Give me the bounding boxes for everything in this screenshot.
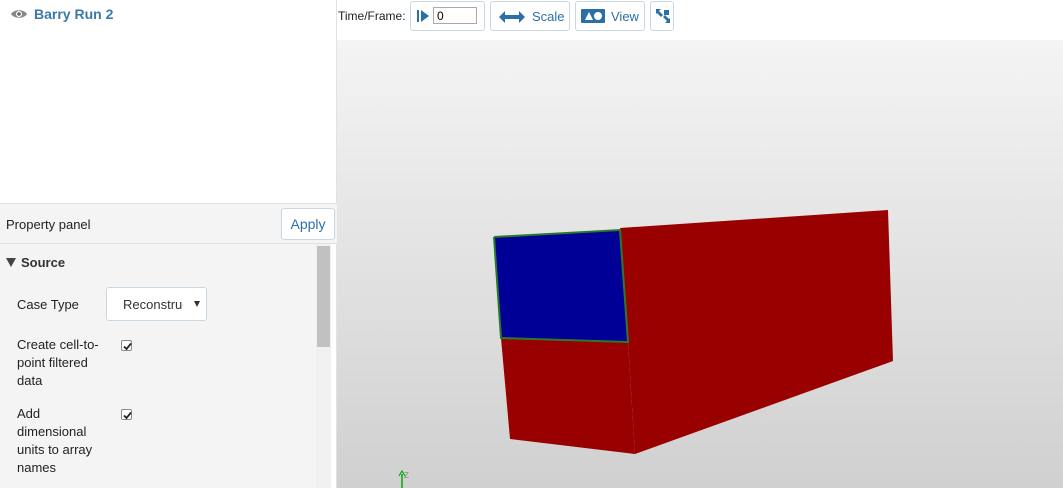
box-front-face: [494, 230, 628, 342]
checkmark-icon: [123, 411, 132, 420]
orientation-axes-icon: Z: [398, 469, 409, 488]
property-panel-body: Source Case Type Reconstructed Create ce…: [0, 244, 316, 488]
scrollbar-thumb[interactable]: [317, 246, 330, 347]
render-viewport[interactable]: Z: [337, 40, 1063, 488]
reset-camera-icon: [655, 8, 671, 27]
section-title: Source: [21, 255, 66, 270]
option-label-cell-to-point: Create cell-to-point filtered data: [17, 337, 99, 388]
case-type-value: Reconstructed: [123, 297, 183, 312]
property-panel-title: Property panel: [6, 217, 91, 232]
box-bottom-face: [501, 338, 635, 454]
reset-camera-button[interactable]: [650, 1, 674, 31]
case-type-label: Case Type: [17, 297, 79, 312]
toolbar: Time/Frame: Scale: [337, 0, 1063, 40]
app-root: Barry Run 2 Property panel Apply Source …: [0, 0, 1063, 488]
property-panel-scrollbar[interactable]: [316, 244, 331, 488]
chevron-down-icon: [194, 301, 200, 307]
scale-button[interactable]: Scale: [490, 1, 570, 31]
left-panel: Barry Run 2 Property panel Apply Source …: [0, 0, 337, 488]
eye-icon[interactable]: [10, 8, 28, 20]
scale-button-label: Scale: [532, 9, 565, 24]
cell-to-point-checkbox[interactable]: [121, 340, 132, 351]
pipeline-browser: Barry Run 2: [2, 0, 335, 203]
box-side-face: [620, 210, 893, 454]
axes-label: Z: [404, 471, 409, 480]
play-icon[interactable]: [416, 9, 430, 26]
section-source-toggle[interactable]: Source: [6, 255, 65, 270]
time-frame-input[interactable]: [433, 7, 477, 24]
case-type-select[interactable]: Reconstructed: [106, 287, 207, 321]
time-frame-label: Time/Frame:: [338, 9, 406, 23]
dimensional-units-checkbox[interactable]: [121, 409, 132, 420]
pipeline-item-barry-run-2[interactable]: Barry Run 2: [10, 6, 113, 22]
collapse-triangle-icon: [6, 258, 16, 267]
pipeline-item-label: Barry Run 2: [34, 6, 114, 22]
view-button[interactable]: View: [575, 1, 645, 31]
checkmark-icon: [123, 342, 132, 351]
apply-button[interactable]: Apply: [281, 208, 335, 240]
scale-arrows-icon: [499, 11, 525, 26]
time-frame-control: [410, 1, 485, 31]
view-button-label: View: [611, 9, 639, 24]
option-label-dimensional-units: Add dimensional units to array names: [17, 406, 93, 475]
view-shapes-icon: [581, 9, 605, 26]
render-canvas: Z: [398, 210, 893, 488]
property-panel-header: Property panel Apply: [0, 203, 337, 244]
